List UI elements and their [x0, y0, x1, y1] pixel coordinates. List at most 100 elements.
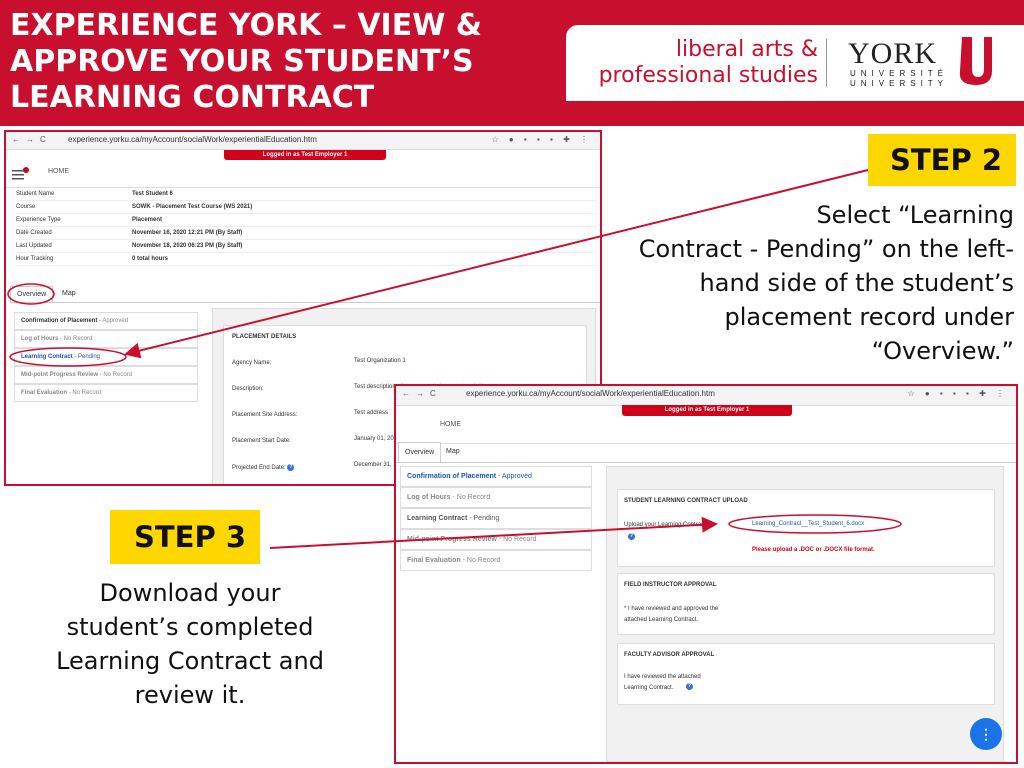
- section-confirmation[interactable]: Confirmation of Placement - Approved: [400, 466, 592, 487]
- section-name: Final Evaluation: [21, 390, 68, 396]
- overview-highlight-circle: [7, 283, 55, 305]
- browser-toolbar: ←→C experience.yorku.ca/myAccount/social…: [396, 386, 1016, 406]
- placement-details-title: PLACEMENT DETAILS: [232, 334, 297, 340]
- upload-title: STUDENT LEARNING CONTRACT UPLOAD: [624, 498, 748, 504]
- section-learning-contract[interactable]: Learning Contract - Pending: [400, 508, 592, 529]
- menu-icon[interactable]: [12, 167, 30, 181]
- info-value: Placement: [132, 217, 163, 223]
- app-bar: HOME: [6, 160, 600, 188]
- tab-bar: Overview Map: [396, 442, 1016, 463]
- info-row: Course SOWK - Placement Test Course (WS 2…: [16, 201, 596, 214]
- faculty-advisor-title: FACULTY ADVISOR APPROVAL: [624, 652, 715, 658]
- logged-in-banner: Logged in as Test Employer 1: [622, 405, 792, 416]
- address-bar[interactable]: experience.yorku.ca/myAccount/socialWork…: [466, 389, 715, 398]
- section-status: - No Record: [450, 494, 491, 501]
- tab-divider: [396, 462, 1016, 463]
- info-value: November 16, 2020 12:21 PM (By Staff): [132, 230, 243, 236]
- browser-toolbar: ←→C experience.yorku.ca/myAccount/social…: [6, 132, 600, 150]
- file-highlight-circle: [728, 514, 902, 534]
- info-key: Experience Type: [16, 217, 61, 223]
- info-key: Course: [16, 204, 36, 210]
- tab-divider: [10, 302, 600, 303]
- logo-box: liberal arts & professional studies YORK…: [566, 25, 1024, 101]
- section-name: Mid-point Progress Review: [21, 372, 99, 378]
- learning-contract-highlight-circle: [9, 347, 127, 367]
- home-link[interactable]: HOME: [440, 421, 461, 428]
- info-row: Experience Type Placement: [16, 214, 596, 227]
- help-icon[interactable]: ?: [686, 683, 693, 690]
- section-status: - Approved: [496, 473, 532, 480]
- section-midpoint-review[interactable]: Mid-point Progress Review - No Record: [400, 529, 592, 550]
- laps-logo-text: liberal arts & professional studies: [598, 37, 818, 88]
- info-value: Test Student 6: [132, 191, 173, 197]
- detail-label: Description:: [232, 386, 264, 392]
- university-logo-text: UNIVERSITÉ UNIVERSITY: [850, 69, 949, 88]
- field-instructor-title: FIELD INSTRUCTOR APPROVAL: [624, 582, 717, 588]
- contract-panel: STUDENT LEARNING CONTRACT UPLOAD Upload …: [606, 466, 1004, 762]
- app-bar: HOME: [396, 416, 1016, 444]
- tab-map[interactable]: Map: [56, 286, 82, 302]
- section-name: Final Evaluation: [407, 557, 461, 564]
- step3-instruction: Download your student’s completed Learni…: [56, 579, 324, 709]
- info-row: Last Updated November 18, 2020 06:23 PM (…: [16, 240, 596, 253]
- section-final-evaluation[interactable]: Final Evaluation - No Record: [14, 384, 198, 402]
- step3-badge: STEP 3: [110, 510, 260, 564]
- browser-nav-icons[interactable]: ←→C: [12, 135, 52, 144]
- detail-label: Agency Name:: [232, 360, 272, 366]
- york-u-logo-icon: [959, 37, 992, 85]
- more-options-button[interactable]: ⋮: [970, 718, 1002, 750]
- logged-in-banner: Logged in as Test Employer 1: [224, 150, 386, 160]
- info-value: SOWK - Placement Test Course (WS 2021): [132, 204, 253, 210]
- section-status: - No Record: [460, 557, 501, 564]
- section-status: - Pending: [467, 515, 500, 522]
- section-status: - No Record: [98, 372, 133, 378]
- section-name: Log of Hours: [21, 336, 59, 342]
- info-value: 0 total hours: [132, 256, 169, 262]
- upload-warning: Please upload a .DOC or .DOCX file forma…: [752, 547, 875, 553]
- detail-value: Test Organization 1: [354, 358, 406, 364]
- header-banner: EXPERIENCE YORK – VIEW & APPROVE YOUR ST…: [0, 0, 1024, 126]
- section-name: Log of Hours: [407, 494, 451, 501]
- address-bar[interactable]: experience.yorku.ca/myAccount/socialWork…: [68, 135, 317, 144]
- detail-value: December 31, 2: [354, 462, 397, 468]
- section-name: Confirmation of Placement: [407, 473, 497, 480]
- screenshot-learning-contract: ←→C experience.yorku.ca/myAccount/social…: [394, 384, 1018, 764]
- york-logo-text: YORK: [848, 37, 938, 70]
- info-row: Date Created November 16, 2020 12:21 PM (…: [16, 227, 596, 240]
- section-name: Learning Contract: [407, 515, 468, 522]
- info-key: Student Name: [16, 191, 55, 197]
- help-icon[interactable]: ?: [287, 464, 295, 471]
- info-key: Last Updated: [16, 243, 52, 249]
- section-name: Confirmation of Placement: [21, 318, 98, 324]
- info-value: November 18, 2020 06:23 PM (By Staff): [132, 243, 243, 249]
- section-midpoint-review[interactable]: Mid-point Progress Review - No Record: [14, 366, 198, 384]
- field-instructor-card: FIELD INSTRUCTOR APPROVAL * I have revie…: [617, 573, 995, 635]
- section-name: Mid-point Progress Review: [407, 536, 497, 543]
- help-icon[interactable]: ?: [628, 533, 635, 540]
- browser-extension-icons[interactable]: ☆ ● ▪ ▪ ▪ ✚ ⋮: [491, 135, 592, 144]
- field-instructor-text: * I have reviewed and approved the attac…: [624, 606, 719, 623]
- info-key: Date Created: [16, 230, 52, 236]
- tab-overview[interactable]: Overview: [398, 442, 442, 462]
- browser-nav-icons[interactable]: ←→C: [402, 389, 442, 398]
- faculty-advisor-card: FACULTY ADVISOR APPROVAL I have reviewed…: [617, 643, 995, 705]
- section-log-of-hours[interactable]: Log of Hours - No Record: [400, 487, 592, 508]
- detail-value: Test address: [354, 410, 389, 416]
- section-confirmation[interactable]: Confirmation of Placement - Approved: [14, 312, 198, 330]
- section-status: - No Record: [67, 390, 102, 396]
- upload-label: Upload your Learning Contract:: [624, 522, 708, 528]
- home-link[interactable]: HOME: [48, 168, 69, 175]
- browser-extension-icons[interactable]: ☆ ● ▪ ▪ ▪ ✚ ⋮: [907, 389, 1008, 398]
- section-final-evaluation[interactable]: Final Evaluation - No Record: [400, 550, 592, 571]
- step2-badge: STEP 2: [868, 134, 1016, 186]
- step2-instruction: Select “Learning Contract - Pending” on …: [638, 201, 1014, 365]
- section-status: - No Record: [496, 536, 537, 543]
- info-row: Student Name Test Student 6: [16, 188, 596, 201]
- detail-label: Placement Start Date:: [232, 438, 291, 444]
- detail-label: Projected End Date: ?: [232, 464, 295, 471]
- tab-bar: Overview Map: [10, 286, 600, 304]
- section-status: - No Record: [58, 336, 93, 342]
- tab-map[interactable]: Map: [440, 442, 466, 462]
- section-status: - Approved: [97, 318, 129, 324]
- detail-value: January 01, 202: [354, 436, 398, 442]
